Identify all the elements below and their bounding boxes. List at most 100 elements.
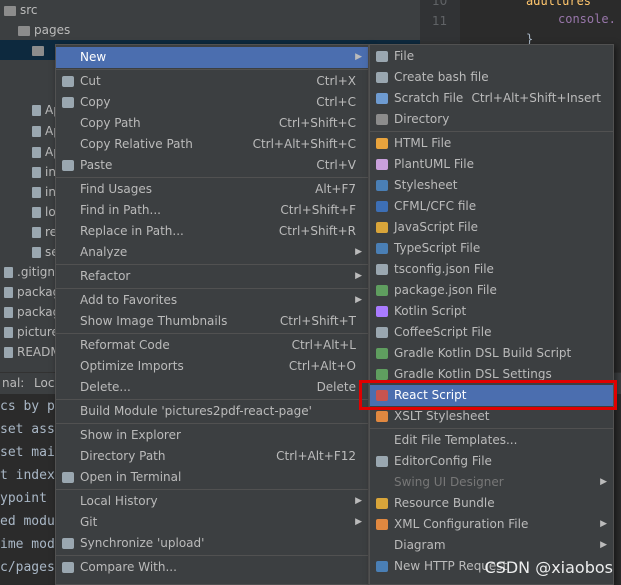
menu-item-kotlin-script[interactable]: Kotlin Script — [370, 301, 613, 322]
menu-item-label: Refactor — [80, 269, 131, 283]
menu-item-compare-with[interactable]: Compare With... — [56, 557, 368, 578]
submenu-arrow-icon: ▶ — [355, 496, 362, 506]
menu-item-shortcut: Ctrl+Alt+O — [288, 359, 356, 373]
menu-item-xml-configuration-file[interactable]: XML Configuration File ▶ — [370, 514, 613, 535]
menu-item-find-usages[interactable]: Find Usages Alt+F7 — [56, 179, 368, 200]
menu-item-diagram[interactable]: Diagram ▶ — [370, 535, 613, 556]
menu-item-file[interactable]: File — [370, 46, 613, 67]
terminal-line: ypoint m — [0, 491, 63, 506]
menu-item-label: tsconfig.json File — [394, 262, 494, 276]
menu-item-label: EditorConfig File — [394, 454, 492, 468]
folder-icon — [376, 114, 388, 125]
menu-item-shortcut: Ctrl+Shift+R — [278, 224, 356, 238]
menu-item-html-file[interactable]: HTML File — [370, 133, 613, 154]
menu-item-reformat-code[interactable]: Reformat Code Ctrl+Alt+L — [56, 335, 368, 356]
menu-item-label: Stylesheet — [394, 178, 458, 192]
paste-icon — [62, 160, 74, 171]
menu-item-replace-in-path[interactable]: Replace in Path... Ctrl+Shift+R — [56, 221, 368, 242]
code-line: console. — [558, 12, 616, 26]
file-icon — [32, 227, 41, 238]
menu-item-copy-relative-path[interactable]: Copy Relative Path Ctrl+Alt+Shift+C — [56, 134, 368, 155]
tree-item[interactable]: src — [0, 0, 420, 20]
menu-item-editorconfig-file[interactable]: EditorConfig File — [370, 451, 613, 472]
menu-item-show-in-explorer[interactable]: Show in Explorer — [56, 425, 368, 446]
highlight-annotation-box — [359, 380, 617, 410]
scratch-file-icon — [376, 93, 388, 104]
menu-item-show-image-thumbnails[interactable]: Show Image Thumbnails Ctrl+Shift+T — [56, 311, 368, 332]
line-number: 10 — [432, 0, 448, 8]
menu-item-gradle-kotlin-dsl-build-script[interactable]: Gradle Kotlin DSL Build Script — [370, 343, 613, 364]
menu-item-shortcut: Ctrl+Shift+T — [279, 314, 356, 328]
menu-item-synchronize-upload[interactable]: Synchronize 'upload' — [56, 533, 368, 554]
menu-item-shortcut: Ctrl+Shift+F — [280, 203, 356, 217]
menu-item-new[interactable]: New ▶ — [56, 47, 368, 68]
file-icon — [32, 187, 41, 198]
menu-item-cfml-cfc-file[interactable]: CFML/CFC file — [370, 196, 613, 217]
menu-separator — [56, 489, 368, 490]
menu-item-cut[interactable]: Cut Ctrl+X — [56, 71, 368, 92]
menu-item-shortcut: Delete — [316, 380, 356, 394]
menu-item-shortcut: Ctrl+Alt+Shift+C — [252, 137, 356, 151]
menu-item-shortcut: Ctrl+Alt+F12 — [276, 449, 356, 463]
menu-item-coffeescript-file[interactable]: CoffeeScript File — [370, 322, 613, 343]
tree-item[interactable]: pages — [0, 20, 420, 40]
menu-item-paste[interactable]: Paste Ctrl+V — [56, 155, 368, 176]
tsconfig-file-icon — [376, 264, 388, 275]
tab-local[interactable]: Loc — [34, 376, 54, 390]
menu-item-shortcut: Ctrl+Alt+Shift+Insert — [471, 91, 601, 105]
menu-item-label: Show in Explorer — [80, 428, 181, 442]
terminal-line: cs by pa — [0, 399, 63, 414]
folder-icon — [32, 45, 44, 56]
menu-item-label: Synchronize 'upload' — [80, 536, 205, 550]
menu-item-stylesheet[interactable]: Stylesheet — [370, 175, 613, 196]
menu-item-copy[interactable]: Copy Ctrl+C — [56, 92, 368, 113]
menu-item-directory[interactable]: Directory — [370, 109, 613, 130]
compare-icon — [62, 562, 74, 573]
menu-item-label: Copy Path — [80, 116, 141, 130]
menu-item-copy-path[interactable]: Copy Path Ctrl+Shift+C — [56, 113, 368, 134]
menu-item-refactor[interactable]: Refactor ▶ — [56, 266, 368, 287]
menu-item-package-json-file[interactable]: package.json File — [370, 280, 613, 301]
package-json-icon — [376, 285, 388, 296]
menu-item-label: File — [394, 49, 415, 63]
watermark: CSDN @xiaobos — [484, 558, 614, 577]
resource-bundle-icon — [376, 498, 388, 509]
menu-item-directory-path[interactable]: Directory Path Ctrl+Alt+F12 — [56, 446, 368, 467]
file-icon — [32, 207, 41, 218]
menu-item-javascript-file[interactable]: JavaScript File — [370, 217, 613, 238]
menu-item-label: Build Module 'pictures2pdf-react-page' — [80, 404, 312, 418]
xslt-file-icon — [376, 411, 388, 422]
html-file-icon — [376, 138, 388, 149]
menu-item-label: Delete... — [80, 380, 131, 394]
menu-item-label: TypeScript File — [394, 241, 481, 255]
menu-item-edit-file-templates[interactable]: Edit File Templates... — [370, 430, 613, 451]
menu-item-label: Copy Relative Path — [80, 137, 193, 151]
menu-item-add-to-favorites[interactable]: Add to Favorites ▶ — [56, 290, 368, 311]
menu-item-tsconfig-json-file[interactable]: tsconfig.json File — [370, 259, 613, 280]
menu-item-scratch-file[interactable]: Scratch File Ctrl+Alt+Shift+Insert — [370, 88, 613, 109]
menu-item-label: CoffeeScript File — [394, 325, 492, 339]
menu-item-typescript-file[interactable]: TypeScript File — [370, 238, 613, 259]
menu-item-label: Find Usages — [80, 182, 153, 196]
menu-item-find-in-path[interactable]: Find in Path... Ctrl+Shift+F — [56, 200, 368, 221]
menu-item-resource-bundle[interactable]: Resource Bundle — [370, 493, 613, 514]
menu-item-analyze[interactable]: Analyze ▶ — [56, 242, 368, 263]
menu-item-open-in-terminal[interactable]: Open in Terminal — [56, 467, 368, 488]
submenu-arrow-icon: ▶ — [355, 52, 362, 62]
menu-item-git[interactable]: Git ▶ — [56, 512, 368, 533]
menu-item-shortcut: Alt+F7 — [315, 182, 356, 196]
css-file-icon — [376, 180, 388, 191]
menu-separator — [370, 131, 613, 132]
menu-item-label: Directory — [394, 112, 450, 126]
menu-item-delete[interactable]: Delete... Delete — [56, 377, 368, 398]
submenu-arrow-icon: ▶ — [355, 271, 362, 281]
menu-separator — [56, 177, 368, 178]
menu-item-build-module-pictures2pdf-react-page[interactable]: Build Module 'pictures2pdf-react-page' — [56, 401, 368, 422]
tab-terminal[interactable]: nal: — [2, 376, 24, 390]
menu-item-optimize-imports[interactable]: Optimize Imports Ctrl+Alt+O — [56, 356, 368, 377]
menu-item-plantuml-file[interactable]: PlantUML File — [370, 154, 613, 175]
menu-item-local-history[interactable]: Local History ▶ — [56, 491, 368, 512]
menu-item-label: Optimize Imports — [80, 359, 184, 373]
menu-item-create-bash-file[interactable]: Create bash file — [370, 67, 613, 88]
menu-item-label: Reformat Code — [80, 338, 170, 352]
